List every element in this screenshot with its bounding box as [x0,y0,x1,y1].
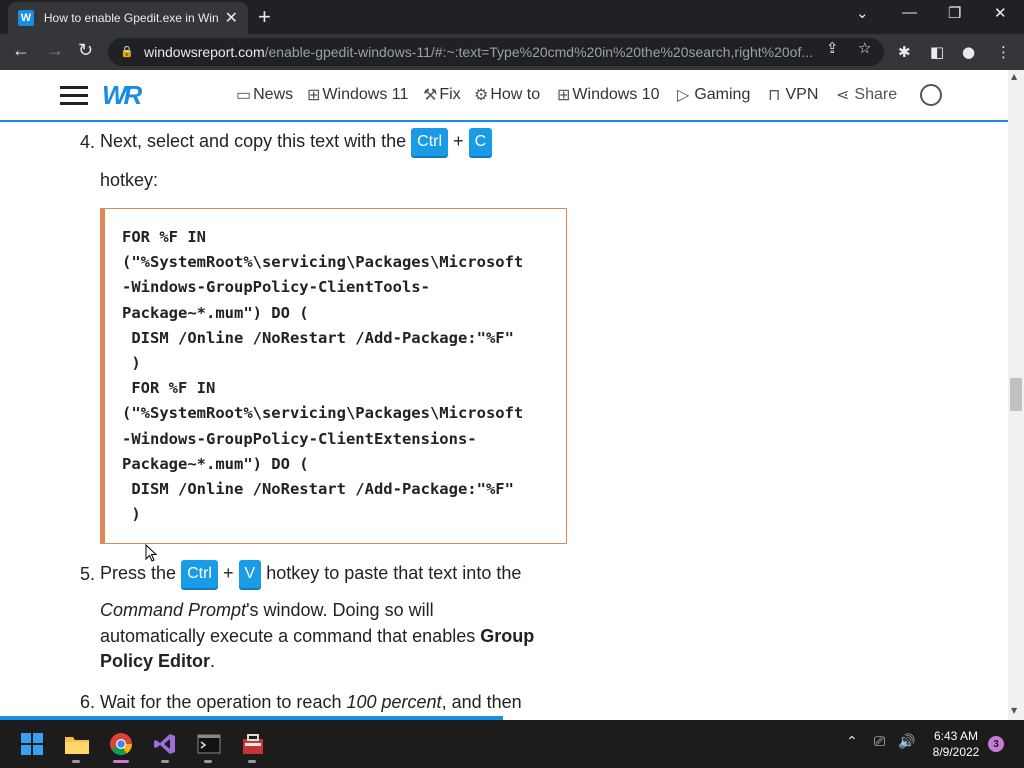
wrench-icon: ⚒ [423,87,438,104]
browser-tab[interactable]: W How to enable Gpedit.exe in Win ✕ [8,2,248,34]
show-hidden-icons-icon[interactable]: ⌃ [846,734,858,750]
nav-vpn[interactable]: ⊓ VPN [768,85,818,105]
v-key-badge: V [238,560,262,588]
site-header: WR ▭ News ⊞ Windows 11 ⚒ Fix ⚙ How to ⊞ Windo… [0,70,1008,122]
nav-share[interactable]: ⋖ Share [836,85,897,105]
running-indicator [204,760,212,763]
nav-windows-10[interactable]: ⊞ Windows 10 [557,85,660,105]
file-explorer-icon[interactable] [63,730,91,758]
new-tab-icon[interactable]: + [258,4,271,30]
extensions-icon[interactable]: ✱ [898,43,911,61]
menu-icon[interactable]: ⋮ [996,43,1011,61]
hamburger-menu-icon[interactable] [60,86,88,106]
scroll-down-arrow-icon[interactable]: ▼ [1011,706,1017,715]
system-clock[interactable]: 6:43 AM 8/9/2022 [926,728,986,760]
step-number: 6. [80,692,96,712]
play-icon: ▷ [677,87,690,104]
step-4-text-cont: hotkey: [100,170,159,190]
windows-taskbar: ⌃ ⎚ 🔊 6:43 AM 8/9/2022 3 [0,720,1024,768]
nav-how-to[interactable]: ⚙ How to [474,85,540,105]
notification-badge[interactable]: 3 [988,736,1004,752]
search-icon[interactable] [920,84,942,106]
step-6-text: Wait for the operation to reach 100 perc… [100,692,522,712]
step-4-text: Next, select and copy this text with the… [100,128,493,156]
mouse-cursor-icon [145,544,157,562]
side-panel-icon[interactable]: ◧ [930,43,944,61]
step-5-text-line4: Policy Editor. [100,651,216,671]
lock-icon[interactable]: 🔒 [120,45,134,59]
active-indicator [113,760,129,763]
chat-icon: ▭ [236,87,252,104]
running-indicator [161,760,169,763]
forward-icon[interactable]: → [46,40,64,61]
nav-fix[interactable]: ⚒ Fix [423,85,461,105]
minimize-icon[interactable]: — [902,4,917,21]
network-icon[interactable]: ⎚ [874,734,885,750]
restore-icon[interactable]: ❐ [948,4,961,22]
code-text[interactable]: FOR %F IN ("%SystemRoot%\servicing\Packa… [122,225,566,527]
step-5-text-line2: Command Prompt's window. Doing so will [100,600,434,620]
terminal-icon[interactable] [195,730,223,758]
reload-icon[interactable]: ↻ [78,40,93,61]
windows-start-icon[interactable] [18,730,46,758]
nav-windows-11[interactable]: ⊞ Windows 11 [307,85,408,105]
step-number: 5. [80,564,96,584]
back-icon[interactable]: ← [12,40,30,61]
nav-gaming[interactable]: ▷ Gaming [677,85,750,105]
gear-icon: ⚙ [474,87,489,104]
volume-icon[interactable]: 🔊 [898,734,915,750]
tab-search-icon[interactable]: ⌄ [856,4,869,22]
visual-studio-icon[interactable] [151,730,179,758]
close-tab-icon[interactable]: ✕ [225,8,238,28]
site-logo[interactable]: WR [102,80,142,111]
ctrl-key-badge: Ctrl [411,128,449,156]
nav-news[interactable]: ▭ News [236,85,293,105]
running-indicator [72,760,80,763]
code-block[interactable]: FOR %F IN ("%SystemRoot%\servicing\Packa… [100,208,567,544]
running-indicator [248,760,256,763]
share-page-icon[interactable]: ⇪ [826,39,839,57]
c-key-badge: C [468,128,493,156]
browser-tab-bar: W How to enable Gpedit.exe in Win ✕ + ⌄ … [0,0,1024,34]
clock-time: 6:43 AM [933,729,979,743]
clock-date: 8/9/2022 [932,745,980,759]
scroll-up-arrow-icon[interactable]: ▲ [1011,72,1017,81]
step-number: 4. [80,132,96,152]
bookmark-star-icon[interactable]: ☆ [858,39,871,57]
share-icon: ⋖ [836,87,850,104]
ctrl-key-badge: Ctrl [181,560,218,588]
step-5-text: Press the Ctrl + V hotkey to paste that … [100,560,521,588]
tab-title: How to enable Gpedit.exe in Win [43,11,219,25]
lock-icon: ⊓ [768,87,781,104]
address-bar[interactable]: 🔒 windowsreport.com/enable-gpedit-window… [108,38,884,66]
step-5-text-line3: automatically execute a command that ena… [100,626,535,646]
site-favicon: W [18,10,34,26]
toolbox-icon[interactable] [239,730,267,758]
scrollbar-thumb[interactable] [1010,378,1022,411]
windows-icon: ⊞ [307,87,321,104]
profile-icon[interactable]: ● [962,43,975,61]
article-content: 4. Next, select and copy this text with … [0,122,1008,720]
close-window-icon[interactable]: ✕ [994,4,1007,22]
browser-toolbar: ← → ↻ 🔒 windowsreport.com/enable-gpedit-… [0,34,1024,70]
windows-icon: ⊞ [557,87,571,104]
url-text[interactable]: windowsreport.com/enable-gpedit-windows-… [144,44,824,60]
chrome-icon[interactable] [107,730,135,758]
